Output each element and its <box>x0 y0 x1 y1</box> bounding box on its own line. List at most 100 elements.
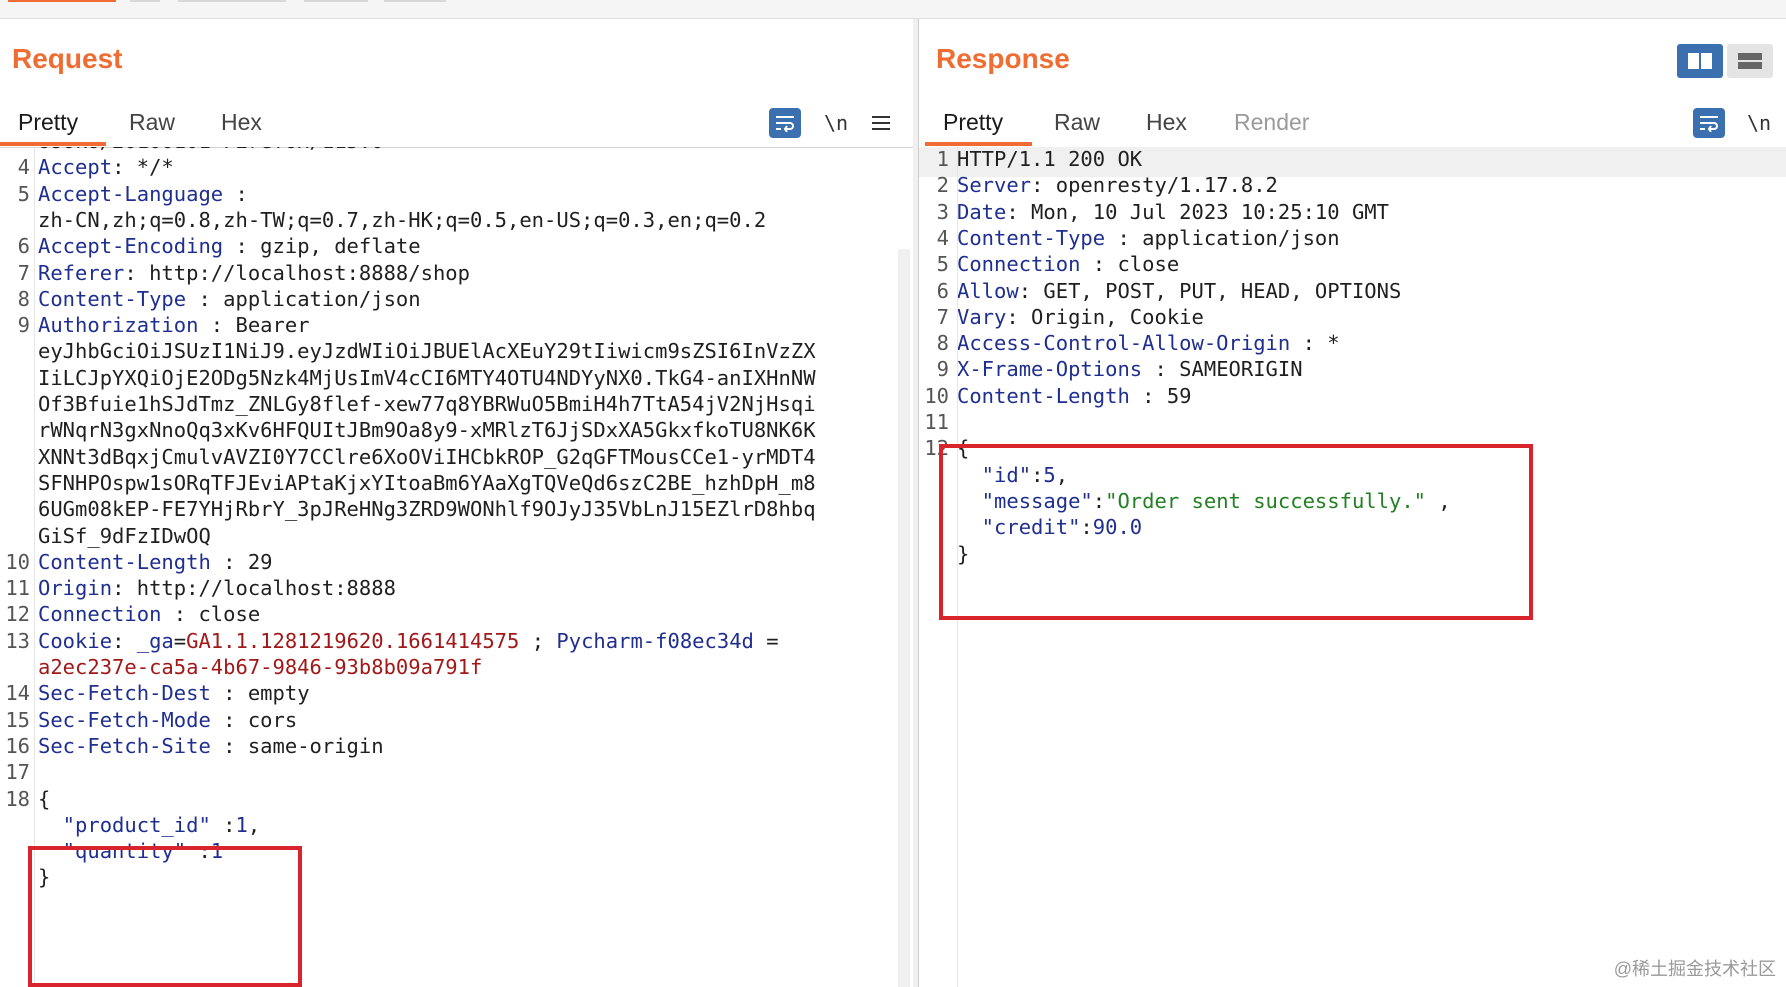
request-scrollbar[interactable] <box>898 249 910 987</box>
line-number: 9 <box>17 313 30 338</box>
code-token: Server <box>957 173 1032 198</box>
active-tab-indicator <box>925 142 1032 146</box>
code-text: Content-Type : application/json <box>38 287 421 311</box>
code-text: Sec-Fetch-Site : same-origin <box>38 734 384 758</box>
menu-icon[interactable] <box>866 108 896 138</box>
watermark: @稀土掘金技术社区 <box>1613 959 1776 979</box>
code-token: 1 <box>235 812 248 837</box>
stacked-layout-button[interactable] <box>1727 44 1773 78</box>
line-number: 8 <box>17 286 30 311</box>
code-token: : http://localhost:8888/shop <box>124 260 470 285</box>
line-number: 3 <box>936 199 949 224</box>
code-text: 6UGm08kEP-FE7YHjRbrY_3pJReHNg3ZRD9WONhlf… <box>38 497 816 521</box>
code-token: : Mon, 10 Jul 2023 10:25:10 GMT <box>1006 199 1389 224</box>
word-wrap-toggle[interactable] <box>1693 108 1725 138</box>
code-text: "product_id" :1, <box>38 812 261 837</box>
code-text: Content-Length : 59 <box>957 384 1192 408</box>
code-token: _ga <box>136 628 174 653</box>
code-token: a2ec237e-ca5a-4b67-9846-93b8b09a791f <box>38 655 483 679</box>
code-text: a2ec237e-ca5a-4b67-9846-93b8b09a791f <box>38 655 482 679</box>
response-tab-render[interactable]: Render <box>1234 109 1309 136</box>
code-token: Allow <box>957 278 1019 303</box>
code-text: Cookie: _ga=GA1.1.1281219620.1661414575 … <box>38 629 779 653</box>
code-token: : Origin, Cookie <box>1006 304 1204 329</box>
show-newlines-toggle[interactable]: \n <box>820 108 852 138</box>
line-number: 10 <box>924 383 949 408</box>
code-token: : application/json <box>186 286 421 311</box>
line-number: 4 <box>17 155 30 180</box>
code-token: Content-Length <box>38 549 211 574</box>
wrap-icon <box>1700 116 1718 132</box>
response-tab-raw[interactable]: Raw <box>1054 109 1100 136</box>
request-body-highlight <box>28 846 302 987</box>
top-tab[interactable] <box>178 0 286 2</box>
response-tab-pretty[interactable]: Pretty <box>943 109 1003 136</box>
line-number: 6 <box>936 278 949 303</box>
code-token: : cors <box>210 707 298 732</box>
code-text: Accept: */* <box>38 155 174 179</box>
code-text: Sec-Fetch-Dest : empty <box>38 681 310 705</box>
top-tab-active[interactable] <box>8 0 116 2</box>
code-token: Connection <box>957 252 1081 277</box>
code-token: : 59 <box>1129 383 1192 408</box>
response-body-highlight <box>939 444 1533 620</box>
request-title: Request <box>12 43 123 74</box>
code-token: : <box>112 628 137 653</box>
code-token: Date <box>957 199 1007 224</box>
code-token: Referer <box>38 260 125 285</box>
side-by-side-layout-button[interactable] <box>1677 44 1723 78</box>
code-text: Content-Type : application/json <box>957 226 1340 250</box>
top-tab[interactable] <box>384 0 446 2</box>
top-tab-strip <box>0 0 1786 19</box>
code-text: Accept-Encoding : gzip, deflate <box>38 234 421 258</box>
code-text: osoko/20100101 Firefox/115.0 <box>38 147 384 153</box>
code-token: eyJhbGciOiJSUzI1NiJ9.eyJzdWIiOiJBUElAcXE… <box>38 339 816 364</box>
response-tab-hex[interactable]: Hex <box>1146 109 1187 136</box>
code-text: SFNHPOspw1sORqTFJEviAPtaKjxYItoaBm6YAaXg… <box>38 471 816 495</box>
response-pane: Response Pretty Raw Hex Render \n 1 HTTP/… <box>918 19 1786 987</box>
request-tab-pretty[interactable]: Pretty <box>18 109 78 136</box>
line-number: 11 <box>924 410 949 434</box>
code-text: XNNt3dBqxjCmulvAVZI0Y7CClre6XoOViIHCbkRO… <box>38 445 816 469</box>
code-token: zh-CN,zh;q=0.8,zh-TW;q=0.7,zh-HK;q=0.5,e… <box>38 207 767 232</box>
code-token: Accept <box>38 155 113 180</box>
code-token: : close <box>161 602 261 627</box>
code-token: Pycharm-f08ec34d <box>556 628 754 653</box>
code-token: GiSf_9dFzIDwOQ <box>38 523 211 548</box>
code-token: Sec-Fetch-Mode <box>38 707 211 732</box>
show-newlines-toggle[interactable]: \n <box>1743 108 1775 138</box>
request-tabs: Pretty Raw Hex \n <box>0 89 913 148</box>
code-token: Connection <box>38 602 162 627</box>
code-token: Content-Type <box>957 225 1106 250</box>
line-number: 17 <box>5 760 30 785</box>
top-tab[interactable] <box>304 0 368 2</box>
code-token: "product_id" <box>38 812 211 837</box>
code-token: Authorization <box>38 313 199 338</box>
code-token: : close <box>1080 252 1180 277</box>
request-pane: Request Pretty Raw Hex \n osoko/20100101… <box>0 19 914 987</box>
code-text: X-Frame-Options : SAMEORIGIN <box>957 357 1303 381</box>
code-token: XNNt3dBqxjCmulvAVZI0Y7CClre6XoOViIHCbkRO… <box>38 444 816 469</box>
code-text: Referer: http://localhost:8888/shop <box>38 261 470 285</box>
code-token: 6UGm08kEP-FE7YHjRbrY_3pJReHNg3ZRD9WONhlf… <box>38 497 816 522</box>
code-text: Accept-Language : <box>38 182 248 206</box>
code-token: : application/json <box>1105 225 1340 250</box>
word-wrap-toggle[interactable] <box>769 108 801 138</box>
request-tab-hex[interactable]: Hex <box>221 109 262 136</box>
code-text: Of3Bfuie1hSJdTmz_ZNLGy8flef-xew77q8YBRWu… <box>38 392 816 416</box>
line-number: 1 <box>936 147 949 171</box>
request-tab-raw[interactable]: Raw <box>129 109 175 136</box>
top-tab[interactable] <box>130 0 160 2</box>
code-text: Allow: GET, POST, PUT, HEAD, OPTIONS <box>957 279 1401 303</box>
code-token: = <box>173 628 187 653</box>
code-token: HTTP/1.1 200 OK <box>957 147 1143 171</box>
code-token: : * <box>1290 331 1340 356</box>
code-token: , <box>247 812 261 837</box>
code-token: Cookie <box>38 628 113 653</box>
response-title: Response <box>936 43 1070 74</box>
code-token: GA1.1.1281219620.1661414575 <box>186 628 520 653</box>
code-token: Of3Bfuie1hSJdTmz_ZNLGy8flef-xew77q8YBRWu… <box>38 392 816 416</box>
line-number: 4 <box>936 225 949 250</box>
line-number: 14 <box>5 681 30 706</box>
line-number: 6 <box>17 234 30 259</box>
